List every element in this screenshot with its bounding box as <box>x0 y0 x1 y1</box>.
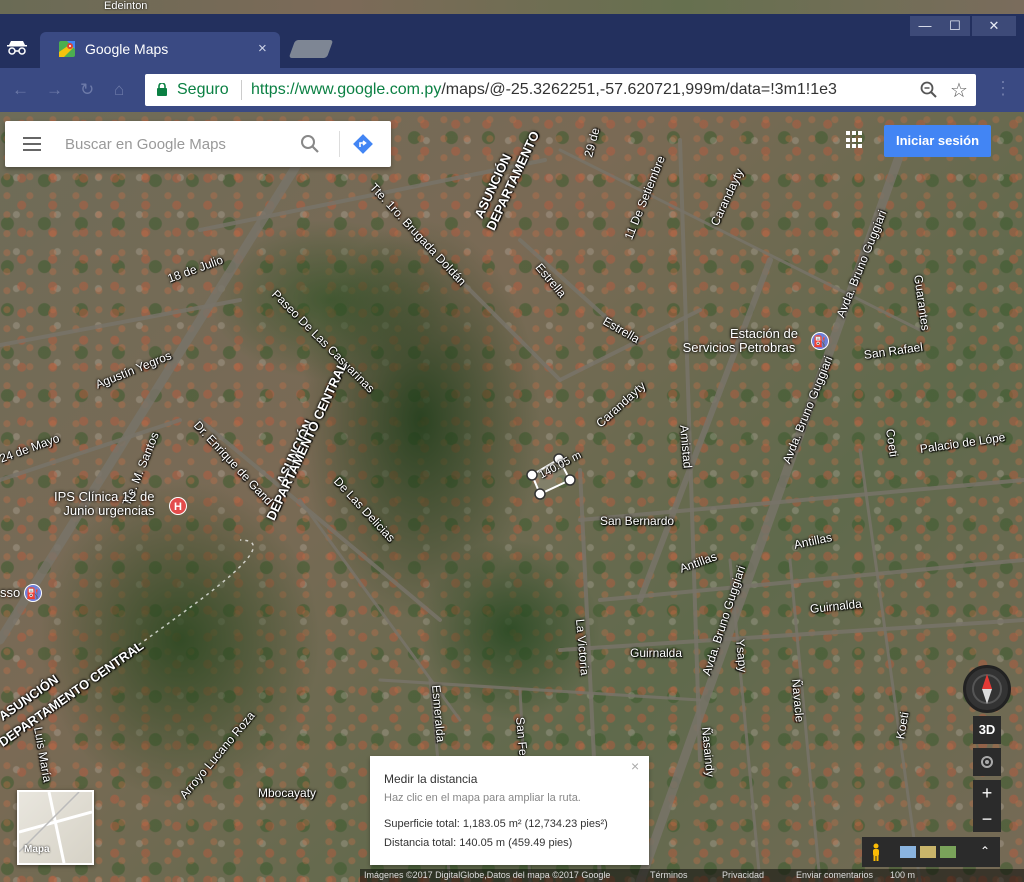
footer-feedback-link[interactable]: Enviar comentarios <box>796 869 873 882</box>
navigation-bar: ← → ↻ ⌂ Seguro https://www.google.com.py… <box>0 68 1024 112</box>
3d-toggle-button[interactable]: 3D <box>973 716 1001 744</box>
pegman-icon[interactable] <box>870 843 882 861</box>
tab-google-maps[interactable]: Google Maps × <box>40 32 280 68</box>
poi-label-petrobras[interactable]: Estación de Servicios Petrobras <box>680 327 798 355</box>
bottom-tray: ⌃ <box>862 837 1000 867</box>
measure-hint: Haz clic en el mapa para ampliar la ruta… <box>384 792 581 804</box>
map-layer-toggle[interactable]: Mapa <box>17 790 94 865</box>
tab-strip: Google Maps × — ☐ ✕ <box>0 14 1024 68</box>
map-footer: Imágenes ©2017 DigitalGlobe,Datos del ma… <box>360 869 1024 882</box>
imagery-thumbnail[interactable] <box>900 846 916 858</box>
footer-attribution: Imágenes ©2017 DigitalGlobe,Datos del ma… <box>364 870 611 880</box>
poi-label-ips-clinic[interactable]: IPS Clínica 12 de Junio urgencias <box>54 490 154 518</box>
secure-label[interactable]: Seguro <box>177 81 229 99</box>
directions-icon[interactable] <box>352 133 374 155</box>
footer-scale: 100 m <box>890 870 916 880</box>
incognito-icon <box>7 41 27 55</box>
hospital-icon[interactable]: H <box>169 497 187 515</box>
poi-label-line: Junio urgencias <box>63 503 155 518</box>
my-location-icon <box>981 756 993 768</box>
poi-label-line: Estación de <box>730 326 798 341</box>
street-label: Mbocayaty <box>258 786 317 800</box>
measure-total-distance: Distancia total: 140.05 m (459.49 pies) <box>384 837 573 849</box>
desktop-background-strip: Edeinton <box>0 0 1024 14</box>
footer-privacy-link[interactable]: Privacidad <box>722 869 764 882</box>
zoom-icon[interactable] <box>920 81 938 99</box>
url-divider <box>241 80 242 100</box>
measure-total-area: Superficie total: 1,183.05 m² (12,734.23… <box>384 818 608 830</box>
measure-distance-card: Medir la distancia Haz clic en el mapa p… <box>370 756 649 865</box>
google-apps-icon[interactable] <box>846 131 864 149</box>
compass-icon <box>972 674 1002 704</box>
forward-arrow-icon[interactable]: → <box>46 80 63 100</box>
lock-icon <box>157 83 167 96</box>
search-box <box>5 121 391 167</box>
browser-chrome: Google Maps × — ☐ ✕ ← → ↻ ⌂ Seguro https… <box>0 14 1024 112</box>
url-path: /maps/@-25.3262251,-57.620721,999m/data=… <box>441 81 837 98</box>
new-tab-button[interactable] <box>288 40 334 58</box>
back-arrow-icon[interactable]: ← <box>12 80 29 100</box>
bookmark-star-icon[interactable]: ☆ <box>950 78 968 103</box>
address-bar[interactable]: Seguro https://www.google.com.py/maps/@-… <box>145 74 976 106</box>
poi-label-fuel-edge[interactable]: sso <box>0 586 20 600</box>
tab-title: Google Maps <box>85 41 169 57</box>
street-label: San Bernardo <box>600 514 675 528</box>
signin-button[interactable]: Iniciar sesión <box>884 125 991 157</box>
desktop-map-label: Edeinton <box>104 0 148 12</box>
layer-label: Mapa <box>24 844 50 855</box>
minimize-button[interactable]: — <box>910 16 940 36</box>
url-host: https://www.google.com.py <box>251 81 442 98</box>
street-label: Ysapy <box>733 638 750 673</box>
poi-label-line: Servicios Petrobras <box>682 340 796 355</box>
search-input[interactable] <box>65 133 285 155</box>
close-tab-icon[interactable]: × <box>258 40 267 57</box>
zoom-control: + − <box>973 780 1001 832</box>
reload-icon[interactable]: ↻ <box>80 80 94 100</box>
gas-station-icon[interactable]: ⛽ <box>811 332 829 350</box>
menu-icon[interactable] <box>23 137 41 151</box>
url-text[interactable]: https://www.google.com.py/maps/@-25.3262… <box>251 81 837 99</box>
zoom-out-button[interactable]: − <box>973 806 1001 832</box>
imagery-thumbnail[interactable] <box>920 846 936 858</box>
chevron-up-icon[interactable]: ⌃ <box>980 844 990 858</box>
street-label: Guirnalda <box>630 646 683 660</box>
compass-control[interactable] <box>963 665 1011 713</box>
home-icon[interactable]: ⌂ <box>114 80 124 100</box>
search-icon[interactable] <box>299 133 321 155</box>
close-window-button[interactable]: ✕ <box>972 16 1016 36</box>
gas-station-icon[interactable]: ⛽ <box>24 584 42 602</box>
my-location-button[interactable] <box>973 748 1001 776</box>
search-divider <box>339 131 340 157</box>
zoom-in-button[interactable]: + <box>973 780 1001 806</box>
browser-menu-icon[interactable]: ⋮ <box>994 78 1012 99</box>
measure-title: Medir la distancia <box>384 772 478 786</box>
poi-label-line: IPS Clínica 12 de <box>54 489 155 504</box>
imagery-thumbnail[interactable] <box>940 846 956 858</box>
footer-terms-link[interactable]: Términos <box>650 869 688 882</box>
maximize-button[interactable]: ☐ <box>940 16 970 36</box>
google-maps-favicon-icon <box>59 41 75 57</box>
close-icon[interactable]: × <box>631 758 639 774</box>
